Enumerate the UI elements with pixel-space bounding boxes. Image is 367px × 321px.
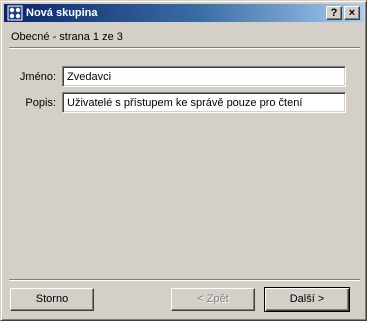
group-icon xyxy=(7,5,23,21)
title-bar[interactable]: Nová skupina ? × xyxy=(4,4,363,22)
new-group-dialog: Nová skupina ? × Obecné - strana 1 ze 3 … xyxy=(0,0,367,321)
next-button[interactable]: Další > xyxy=(264,287,350,312)
description-field[interactable]: Uživatelé s přístupem ke správě pouze pr… xyxy=(62,92,346,113)
name-label: Jméno: xyxy=(19,71,56,83)
page-indicator: Obecné - strana 1 ze 3 xyxy=(11,31,123,43)
close-button[interactable]: × xyxy=(344,6,360,20)
bottom-divider xyxy=(9,279,360,281)
back-button[interactable]: < Zpět xyxy=(171,288,255,311)
help-button[interactable]: ? xyxy=(326,6,342,20)
name-field[interactable]: Zvedavci xyxy=(62,66,346,87)
top-divider xyxy=(9,47,360,49)
cancel-button[interactable]: Storno xyxy=(10,288,94,311)
description-label: Popis: xyxy=(25,97,56,109)
window-title: Nová skupina xyxy=(26,7,98,19)
